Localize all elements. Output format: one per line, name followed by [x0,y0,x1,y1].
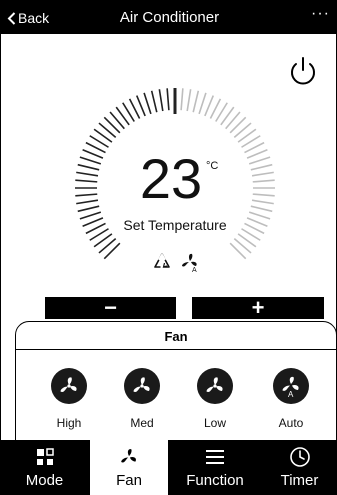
clock-icon [261,440,337,468]
status-icons: A [151,251,203,273]
set-temperature-label: Set Temperature [123,217,227,233]
menu-icon [173,440,257,468]
dial-tick [75,193,98,197]
dial-tick [166,88,170,111]
tab-mode[interactable]: Mode [1,440,88,495]
fan-speed-auto[interactable]: A Auto [262,368,320,430]
dial-tick [204,95,215,117]
fan-high-icon [51,368,87,404]
tab-label: Function [186,472,244,489]
dial-tick [150,90,158,113]
tab-fan[interactable]: Fan [90,440,168,495]
fan-panel-title: Fan [164,329,188,344]
page-title: Air Conditioner [119,9,220,26]
dial-tick [77,163,100,171]
fan-speed-label: Low [203,416,226,430]
divider [16,349,336,350]
dial-tick [198,92,207,115]
tab-label: Mode [25,472,64,489]
dial-tick [82,217,104,228]
fan-speed-label: Med [130,416,154,430]
recycle-icon [154,252,170,269]
dial-tick [186,89,192,112]
tab-label: Fan [116,472,142,489]
fan-auto-icon: A [182,253,197,273]
dial-tick [158,89,164,112]
decrease-temperature-button[interactable]: − [45,295,176,320]
dial-tick [76,199,99,205]
minus-icon: − [104,295,117,320]
fan-speed-label: Auto [278,416,304,430]
dial-tick [143,92,152,115]
dial-tick [250,205,273,213]
app-window: Back Air Conditioner ··· 23 °C Set Tempe… [0,0,337,495]
fan-speed-high[interactable]: High [40,368,98,430]
tab-label: Timer [280,472,319,489]
dial-tick [180,88,184,111]
more-options-button[interactable]: ··· [311,5,330,23]
dial-tick [77,205,100,213]
temperature-unit: °C [206,160,219,172]
tab-function[interactable]: Function [173,440,257,495]
chevron-left-icon [7,11,16,25]
fan-speed-label: High [56,416,82,430]
mode-icon [1,440,88,468]
fan-med-icon [124,368,160,404]
dial-tick [250,163,273,171]
plus-icon: + [251,295,265,320]
fan-icon [90,440,168,468]
svg-text:A: A [192,267,197,273]
dial-tick [252,193,275,197]
dial-tick [248,156,271,165]
dial-tick [192,90,200,113]
dial-tick [251,171,274,177]
fan-low-icon [197,368,233,404]
back-label: Back [18,10,50,26]
dial-tick [252,179,275,183]
fan-speed-low[interactable]: Low [186,368,244,430]
dial-tick [76,171,99,177]
temperature-value: 23 [139,147,203,210]
dial-tick [135,95,146,117]
back-button[interactable]: Back [7,9,49,27]
dial-tick [246,148,268,159]
dial-tick [79,156,102,165]
increase-temperature-button[interactable]: + [192,295,324,320]
fan-speed-panel: Fan High Med Low A Auto [15,321,337,451]
dial-tick [246,217,268,228]
dial-tick [251,199,274,205]
dial-tick [79,211,102,220]
dial-tick [248,211,271,220]
svg-text:A: A [288,390,294,398]
dial-tick [75,179,98,183]
fan-auto-icon: A [273,368,309,404]
bottom-tab-bar: Mode Fan Function Timer [1,440,337,495]
tab-timer[interactable]: Timer [261,440,337,495]
top-bar: Back Air Conditioner ··· [1,1,337,34]
fan-speed-med[interactable]: Med [113,368,171,430]
dial-tick [82,148,104,159]
